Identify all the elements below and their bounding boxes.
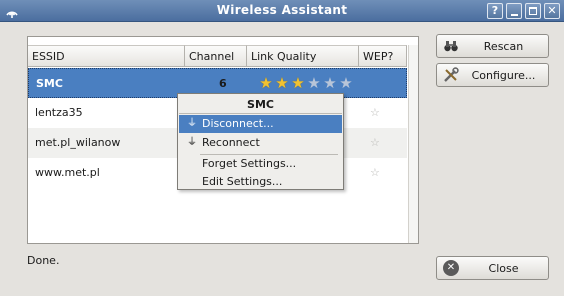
close-icon: ✕	[443, 260, 459, 276]
window-title: Wireless Assistant	[216, 3, 348, 17]
menu-item-label: Forget Settings...	[202, 157, 297, 170]
close-label: Close	[488, 262, 519, 275]
plug-icon: ⏚	[187, 137, 197, 148]
menu-item-forget-settings[interactable]: Forget Settings...	[179, 155, 342, 173]
menu-item-label: Disconnect...	[202, 117, 274, 130]
column-channel[interactable]: Channel	[185, 45, 247, 67]
star-icon: ★	[339, 74, 353, 92]
menu-item-label: Reconnect	[202, 136, 260, 149]
help-button[interactable]: ?	[487, 3, 503, 19]
link-quality-stars: ★ ★ ★ ★ ★ ★	[258, 75, 354, 91]
table-header: ESSID Channel Link Quality WEP?	[28, 45, 418, 67]
channel-cell: 6	[219, 77, 227, 90]
column-essid[interactable]: ESSID	[28, 45, 185, 67]
configure-button[interactable]: Configure...	[436, 63, 549, 87]
maximize-icon	[529, 7, 537, 15]
column-wep[interactable]: WEP?	[359, 45, 407, 67]
window-close-button[interactable]: ✕	[544, 3, 560, 19]
star-icon: ★	[291, 74, 305, 92]
tools-icon	[443, 67, 459, 83]
menu-item-reconnect[interactable]: ⏚ Reconnect	[179, 134, 342, 152]
essid-cell: SMC	[36, 77, 63, 90]
close-button[interactable]: ✕ Close	[436, 256, 549, 280]
status-text: Done.	[27, 254, 60, 267]
star-icon: ★	[323, 74, 337, 92]
rescan-button[interactable]: Rescan	[436, 34, 549, 58]
rescan-label: Rescan	[483, 40, 524, 53]
minimize-icon	[511, 14, 518, 16]
menu-item-disconnect[interactable]: ⏚ Disconnect...	[179, 115, 342, 133]
star-icon: ★	[275, 74, 289, 92]
star-icon: ★	[259, 74, 273, 92]
title-bar: Wireless Assistant ? ✕	[0, 0, 564, 22]
star-icon: ★	[307, 74, 321, 92]
lock-icon: ☆	[370, 136, 380, 149]
network-context-menu: SMC ⏚ Disconnect... ⏚ Reconnect Forget S…	[177, 93, 344, 190]
configure-label: Configure...	[471, 69, 536, 82]
binoculars-icon	[443, 38, 459, 54]
context-menu-title: SMC	[179, 95, 342, 114]
plug-icon: ⏚	[187, 118, 197, 129]
menu-item-label: Edit Settings...	[202, 175, 283, 188]
lock-icon: ☆	[370, 166, 380, 179]
column-link-quality[interactable]: Link Quality	[247, 45, 359, 67]
minimize-button[interactable]	[506, 3, 522, 19]
essid-cell: www.met.pl	[35, 166, 100, 179]
menu-item-edit-settings[interactable]: Edit Settings...	[179, 173, 342, 191]
maximize-button[interactable]	[525, 3, 541, 19]
vertical-scrollbar[interactable]	[408, 45, 418, 243]
essid-cell: lentza35	[35, 106, 83, 119]
lock-icon: ☆	[370, 106, 380, 119]
essid-cell: met.pl_wilanow	[35, 136, 121, 149]
